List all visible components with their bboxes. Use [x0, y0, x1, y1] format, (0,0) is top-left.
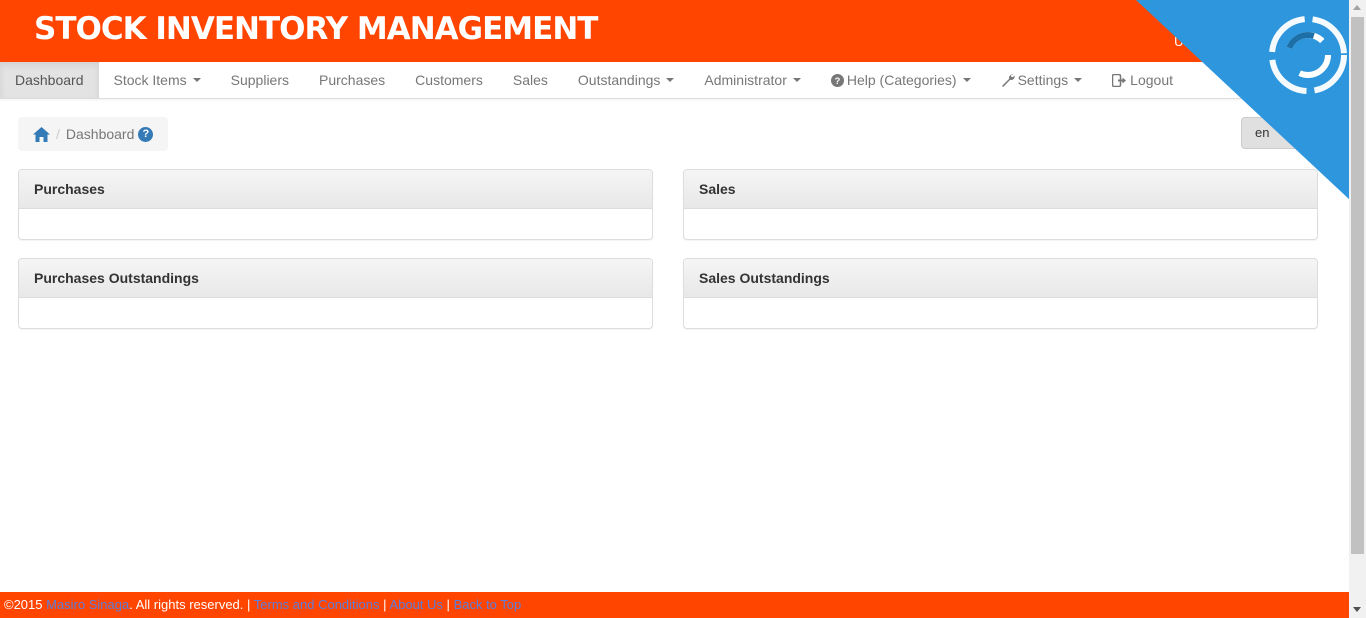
nav-item-administrator[interactable]: Administrator [689, 62, 815, 98]
nav-item-purchases[interactable]: Purchases [304, 62, 400, 98]
caret-down-icon [1074, 78, 1083, 82]
panel-body [684, 209, 1317, 239]
nav-item-dashboard[interactable]: Dashboard [0, 62, 99, 98]
footer-copyright: ©2015 [4, 597, 43, 612]
nav-item-logout[interactable]: Logout [1097, 62, 1188, 98]
purchases-panel: Purchases [18, 169, 653, 240]
panel-body [684, 298, 1317, 328]
panel-title: Purchases [19, 170, 652, 209]
nav-item-help-categories[interactable]: ? Help (Categories) [816, 62, 986, 98]
footer: ©2015 Masiro Sinaga. All rights reserved… [0, 592, 1349, 618]
nav-item-label: Dashboard [15, 72, 84, 88]
purchases-outstandings-panel: Purchases Outstandings [18, 258, 653, 329]
app-title: STOCK INVENTORY MANAGEMENT [34, 11, 598, 47]
question-circle-icon: ? [830, 73, 844, 87]
breadcrumb-separator: / [56, 126, 60, 142]
panel-title: Sales Outstandings [684, 259, 1317, 298]
user-name-label: User Nan [1174, 34, 1229, 49]
scroll-thumb[interactable] [1351, 17, 1364, 554]
nav-item-outstandings[interactable]: Outstandings [563, 62, 690, 98]
nav-item-label: Sales [512, 72, 548, 88]
caret-down-icon [192, 78, 201, 82]
app-header: STOCK INVENTORY MANAGEMENT User Nan [0, 0, 1349, 62]
logout-icon [1112, 73, 1127, 87]
nav-item-label: Purchases [319, 72, 386, 88]
nav-list: Dashboard Stock Items Suppliers Purchases Cu… [0, 62, 1349, 98]
question-circle-icon[interactable]: ? [138, 126, 154, 142]
breadcrumb: / Dashboard ? [18, 117, 169, 151]
caret-down-icon [666, 78, 675, 82]
home-icon[interactable] [33, 126, 50, 142]
footer-separator: | [446, 597, 450, 612]
author-link[interactable]: Masiro Sinaga [46, 597, 129, 612]
footer-rights: . All rights reserved. | [129, 597, 251, 612]
nav-item-label: Help (Categories) [846, 72, 957, 88]
wrench-icon [1001, 73, 1015, 87]
about-link[interactable]: About Us [389, 597, 442, 612]
sales-panel: Sales [683, 169, 1318, 240]
panel-title: Sales [684, 170, 1317, 209]
nav-item-label: Customers [415, 72, 483, 88]
sales-outstandings-panel: Sales Outstandings [683, 258, 1318, 329]
nav-item-sales[interactable]: Sales [498, 62, 563, 98]
footer-separator: | [383, 597, 387, 612]
nav-item-label: Settings [1017, 72, 1069, 88]
page: STOCK INVENTORY MANAGEMENT User Nan Dash… [0, 0, 1366, 618]
nav-item-stock-items[interactable]: Stock Items [99, 62, 216, 98]
svg-text:?: ? [835, 75, 841, 85]
nav-item-settings[interactable]: Settings [986, 62, 1098, 98]
caret-down-icon [792, 78, 801, 82]
nav-item-label: Stock Items [113, 72, 187, 88]
back-to-top-link[interactable]: Back to Top [454, 597, 522, 612]
nav-item-customers[interactable]: Customers [400, 62, 498, 98]
breadcrumb-current: Dashboard [65, 126, 135, 142]
main-navbar: Dashboard Stock Items Suppliers Purchases Cu… [0, 62, 1349, 99]
nav-item-label: Suppliers [230, 72, 290, 88]
nav-item-label: Logout [1130, 72, 1173, 88]
panel-body [19, 298, 652, 328]
scroll-up-icon[interactable] [1353, 5, 1361, 10]
panel-body [19, 209, 652, 239]
caret-down-icon [962, 78, 971, 82]
vertical-scrollbar[interactable] [1349, 0, 1366, 618]
nav-item-label: Outstandings [577, 72, 661, 88]
scroll-down-icon[interactable] [1353, 607, 1361, 612]
panel-title: Purchases Outstandings [19, 259, 652, 298]
language-button[interactable]: en [1241, 117, 1321, 149]
terms-link[interactable]: Terms and Conditions [254, 597, 380, 612]
nav-item-suppliers[interactable]: Suppliers [216, 62, 304, 98]
nav-item-label: Administrator [704, 72, 787, 88]
